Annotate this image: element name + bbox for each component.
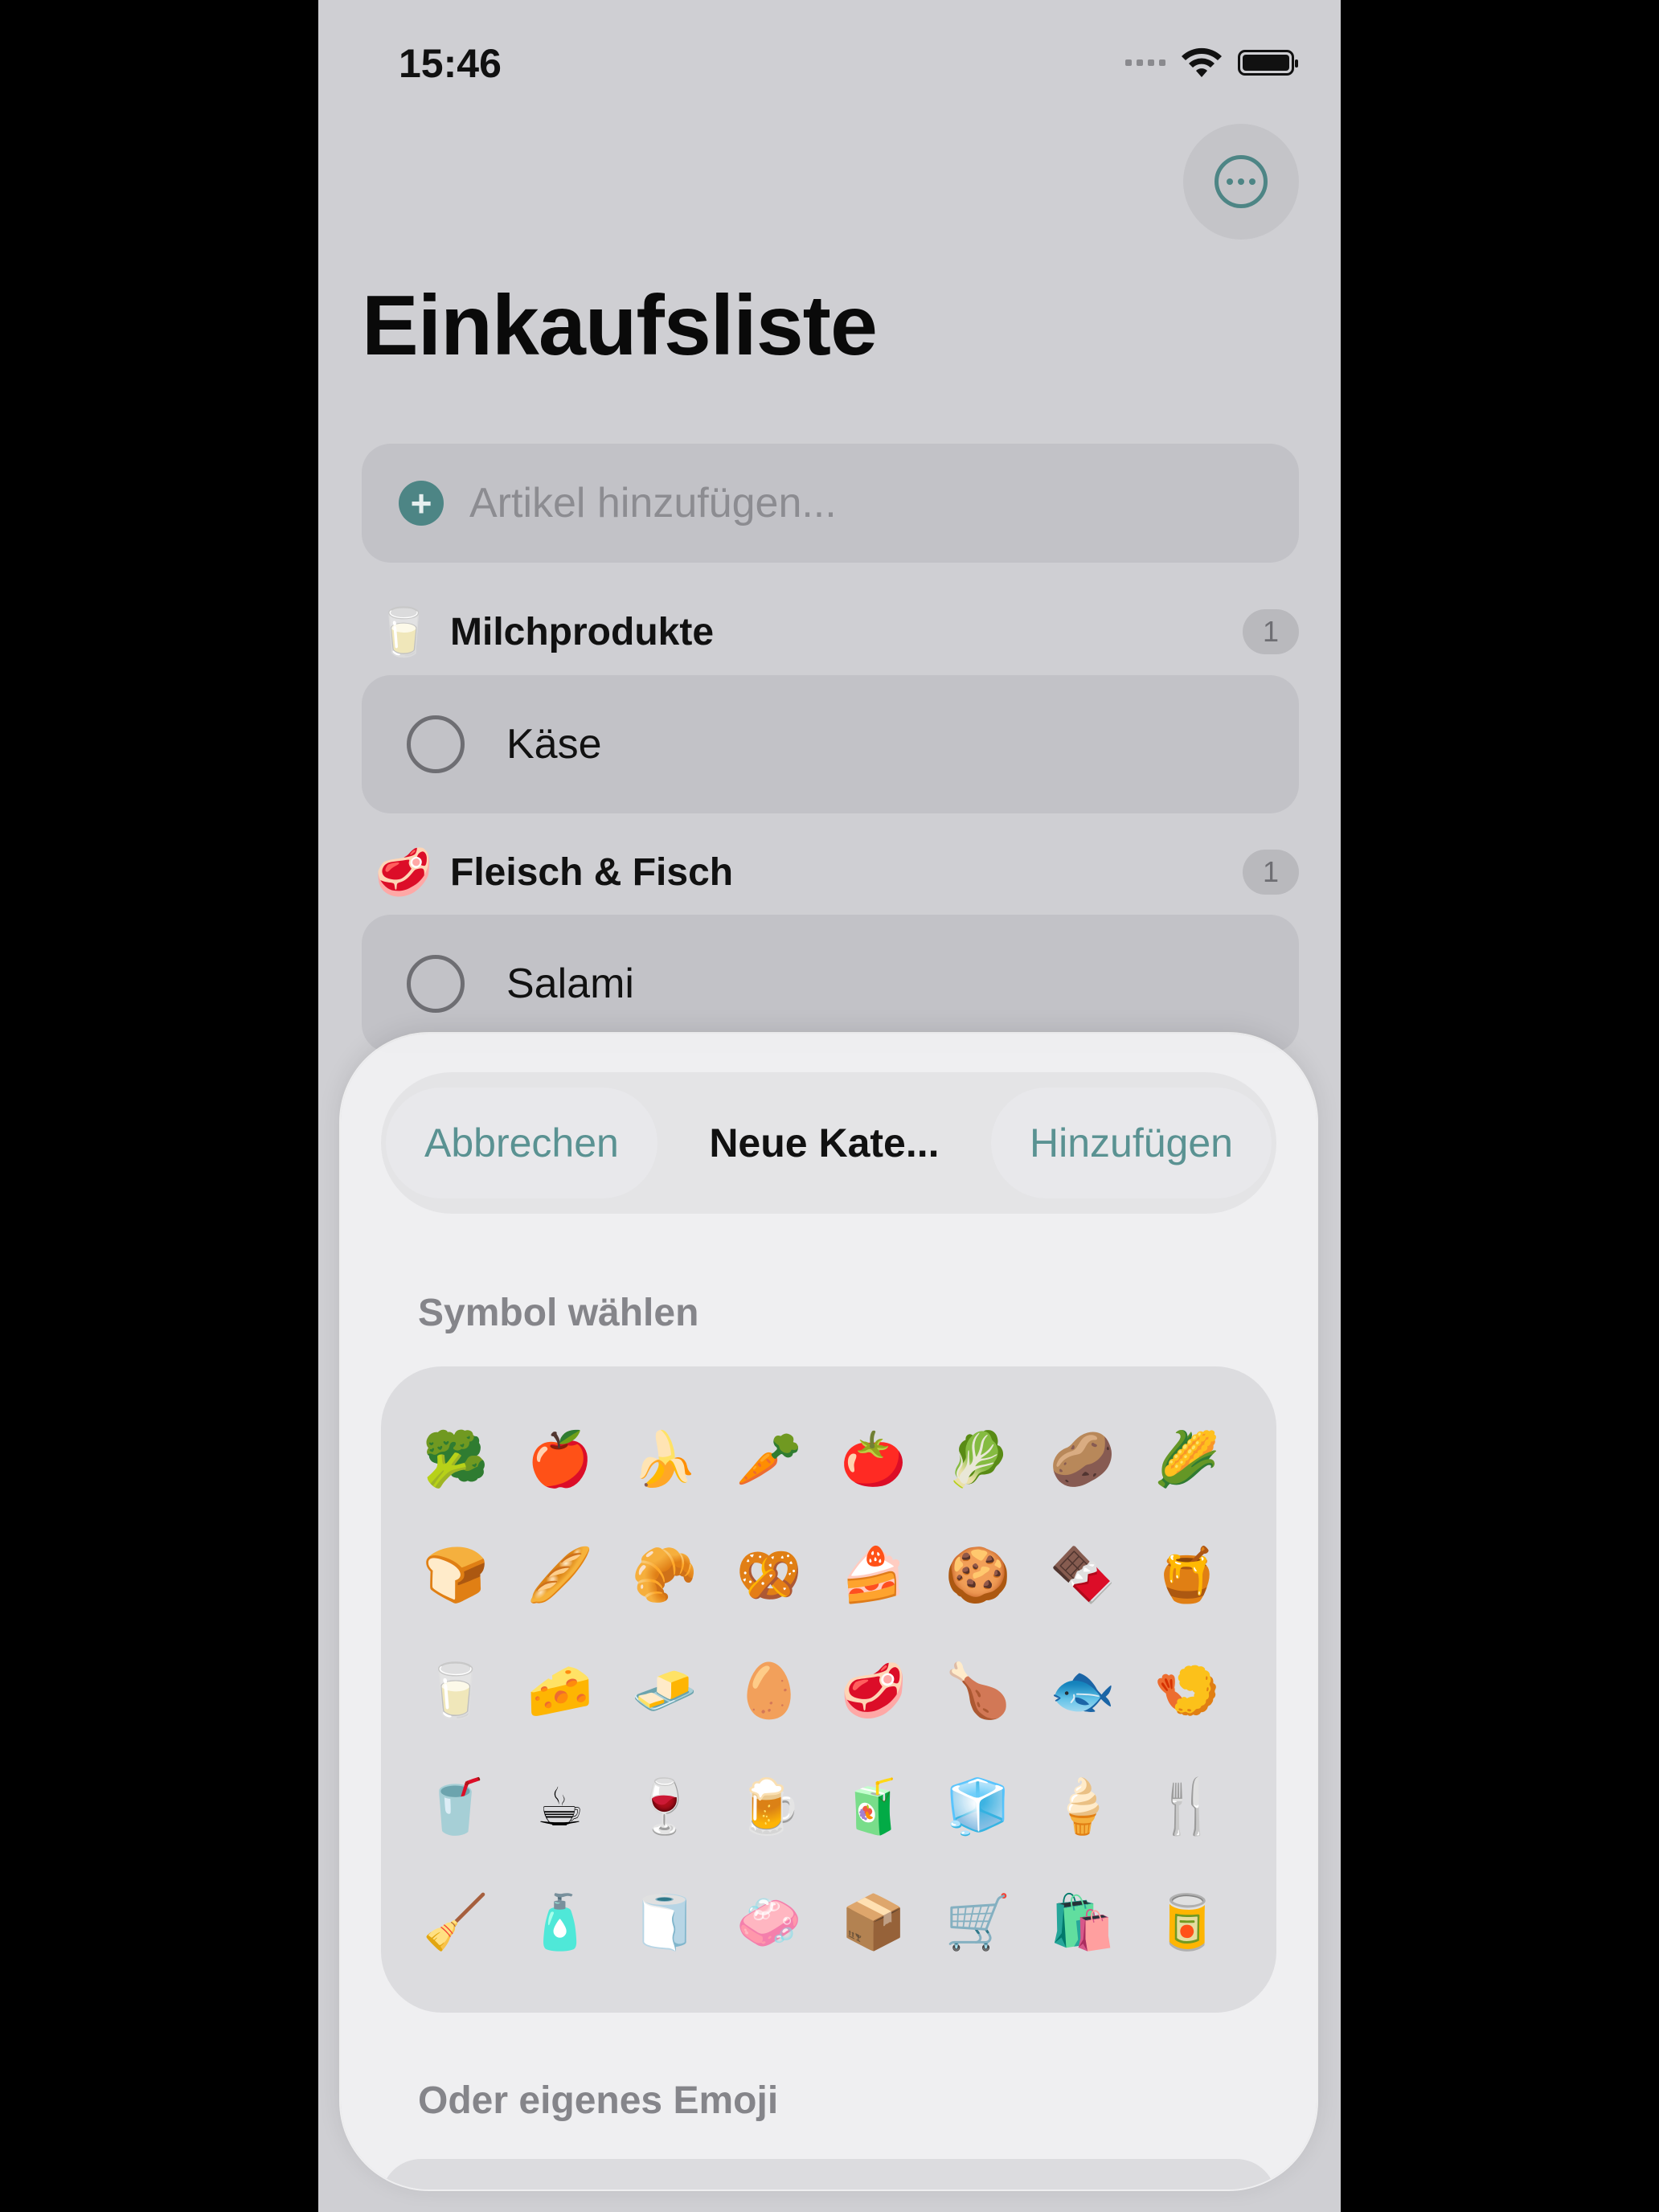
emoji-option[interactable]: 🍺 <box>717 1749 821 1865</box>
emoji-option[interactable]: 🥕 <box>717 1402 821 1518</box>
item-label: Salami <box>506 961 634 1007</box>
emoji-option[interactable]: 🍅 <box>821 1402 926 1518</box>
emoji-option[interactable]: 🥐 <box>612 1518 717 1633</box>
list-item[interactable]: Salami <box>362 915 1299 1053</box>
emoji-picker: 🥦 🍎 🍌 🥕 🍅 🥬 🥔 🌽 🍞 🥖 🥐 🥨 🍰 🍪 🍫 🍯 🥛 🧀 🧈 🥚 🥩 🍗 🐟 🍤 🥤 ☕ 🍷 🍺 🧃 🧊 🍦 🍴 🧹 🧴 🧻 🧼 📦 🛒 🛍️… <box>381 1366 1276 2013</box>
emoji-option[interactable]: 📦 <box>821 1865 926 1981</box>
sheet-toolbar: Abbrechen Neue Kate... Hinzufügen <box>381 1072 1276 1214</box>
emoji-option[interactable]: 🍦 <box>1030 1749 1135 1865</box>
add-button[interactable]: Hinzufügen <box>991 1088 1272 1198</box>
cellular-signal-icon <box>1125 59 1165 66</box>
emoji-grid: 🥦 🍎 🍌 🥕 🍅 🥬 🥔 🌽 🍞 🥖 🥐 🥨 🍰 🍪 🍫 🍯 🥛 🧀 🧈 🥚 🥩 🍗 🐟 🍤 🥤 ☕ 🍷 🍺 🧃 🧊 🍦 🍴 🧹 🧴 🧻 🧼 📦 🛒 🛍️… <box>403 1402 1239 1981</box>
category-name: Milchprodukte <box>450 610 715 653</box>
add-item-field[interactable]: + <box>362 444 1299 563</box>
category-name: Fleisch & Fisch <box>450 850 734 894</box>
emoji-option[interactable]: 🍯 <box>1135 1518 1239 1633</box>
emoji-option[interactable]: 🥖 <box>508 1518 612 1633</box>
emoji-option[interactable]: 🍎 <box>508 1402 612 1518</box>
emoji-option[interactable]: 🍤 <box>1135 1633 1239 1749</box>
item-label: Käse <box>506 721 602 768</box>
category-count-badge: 1 <box>1243 609 1299 654</box>
app-screen: 15:46 Einkaufsliste + 🥛 Milchprodukte 1 … <box>318 0 1341 2212</box>
emoji-option[interactable]: 🛍️ <box>1030 1865 1135 1981</box>
custom-emoji-input[interactable] <box>381 2159 1276 2189</box>
emoji-option[interactable]: 🧻 <box>612 1865 717 1981</box>
plus-circle-icon: + <box>399 481 444 526</box>
status-indicators <box>1125 47 1298 79</box>
emoji-option[interactable]: 🌽 <box>1135 1402 1239 1518</box>
category-header-fleisch-fisch[interactable]: 🥩 Fleisch & Fisch 1 <box>375 840 1299 904</box>
emoji-option[interactable]: 🥩 <box>821 1633 926 1749</box>
category-header-milchprodukte[interactable]: 🥛 Milchprodukte 1 <box>375 600 1299 664</box>
emoji-option[interactable]: 🛒 <box>926 1865 1030 1981</box>
emoji-option[interactable]: 🍗 <box>926 1633 1030 1749</box>
page-title: Einkaufsliste <box>362 278 878 373</box>
emoji-option[interactable]: 🧼 <box>717 1865 821 1981</box>
emoji-option[interactable]: 🍪 <box>926 1518 1030 1633</box>
add-item-input[interactable] <box>468 478 1194 528</box>
checkbox-circle[interactable] <box>407 955 465 1013</box>
checkbox-circle[interactable] <box>407 715 465 773</box>
emoji-option[interactable]: 🧴 <box>508 1865 612 1981</box>
milk-glass-icon: 🥛 <box>375 604 433 659</box>
emoji-option[interactable]: 🥬 <box>926 1402 1030 1518</box>
emoji-option[interactable]: 🥨 <box>717 1518 821 1633</box>
emoji-option[interactable]: 🍞 <box>403 1518 508 1633</box>
emoji-option[interactable]: 🍷 <box>612 1749 717 1865</box>
emoji-option[interactable]: 🧃 <box>821 1749 926 1865</box>
emoji-option[interactable]: 🧈 <box>612 1633 717 1749</box>
symbol-section-label: Symbol wählen <box>418 1292 699 1334</box>
meat-icon: 🥩 <box>375 844 433 899</box>
sheet-title: Neue Kate... <box>709 1120 940 1165</box>
emoji-option[interactable]: 🧹 <box>403 1865 508 1981</box>
cancel-button[interactable]: Abbrechen <box>386 1088 657 1198</box>
custom-emoji-section-label: Oder eigenes Emoji <box>418 2079 779 2122</box>
more-options-button[interactable] <box>1183 124 1299 240</box>
emoji-option[interactable]: 🧀 <box>508 1633 612 1749</box>
emoji-option[interactable]: 🧊 <box>926 1749 1030 1865</box>
new-category-sheet: Abbrechen Neue Kate... Hinzufügen Symbol… <box>341 1034 1317 2189</box>
battery-icon <box>1238 50 1298 76</box>
emoji-option[interactable]: 🍌 <box>612 1402 717 1518</box>
emoji-option[interactable]: 🥛 <box>403 1633 508 1749</box>
category-count-badge: 1 <box>1243 850 1299 895</box>
emoji-option[interactable]: 🥦 <box>403 1402 508 1518</box>
wifi-icon <box>1182 47 1222 77</box>
emoji-option[interactable]: 🥫 <box>1135 1865 1239 1981</box>
status-time: 15:46 <box>399 41 502 86</box>
emoji-option[interactable]: 🍫 <box>1030 1518 1135 1633</box>
emoji-option[interactable]: 🥚 <box>717 1633 821 1749</box>
emoji-option[interactable]: 🍰 <box>821 1518 926 1633</box>
emoji-option[interactable]: ☕ <box>508 1749 612 1865</box>
emoji-option[interactable]: 🥤 <box>403 1749 508 1865</box>
emoji-option[interactable]: 🥔 <box>1030 1402 1135 1518</box>
emoji-option[interactable]: 🐟 <box>1030 1633 1135 1749</box>
list-item[interactable]: Käse <box>362 675 1299 813</box>
ellipsis-circle-icon <box>1215 155 1268 208</box>
emoji-option[interactable]: 🍴 <box>1135 1749 1239 1865</box>
